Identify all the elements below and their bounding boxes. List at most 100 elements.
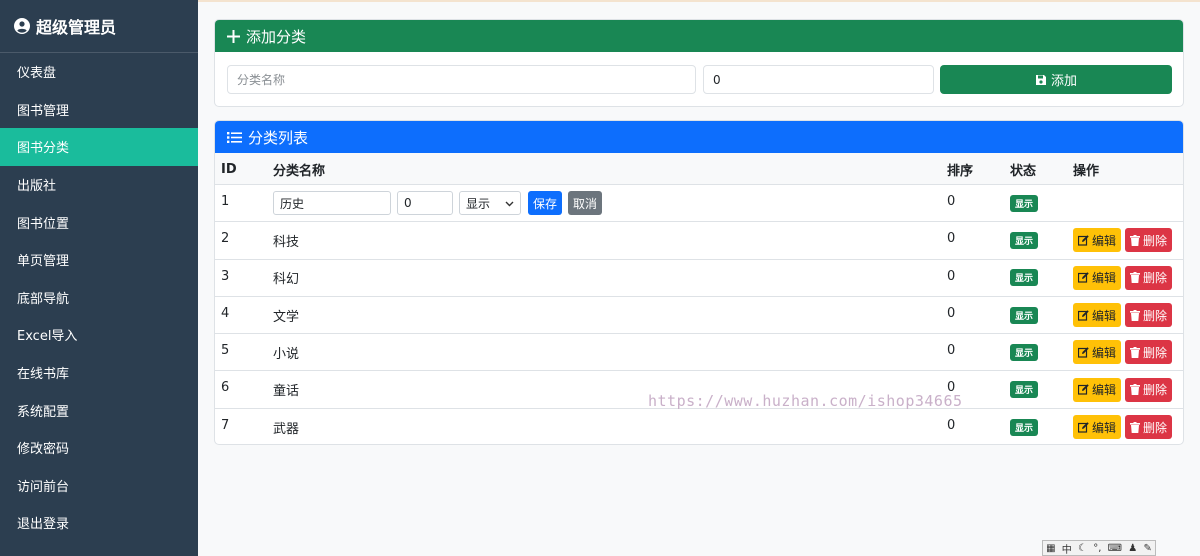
sidebar-item[interactable]: 图书位置: [0, 203, 198, 241]
table-row: 4 文学 0 显示 编辑 删除: [215, 297, 1183, 335]
sidebar-item[interactable]: 在线书库: [0, 354, 198, 392]
row-sort: 0: [947, 343, 956, 359]
status-badge: 显示: [1010, 343, 1039, 361]
row-id: 4: [221, 305, 230, 321]
delete-button[interactable]: 删除: [1125, 228, 1173, 253]
table-row-editing: 1 显示 保存 取消 0 显示: [215, 185, 1183, 223]
sidebar-item[interactable]: 底部导航: [0, 279, 198, 317]
trash-icon: [1130, 346, 1141, 358]
edit-name-input[interactable]: [273, 191, 391, 216]
edit-button[interactable]: 编辑: [1073, 228, 1122, 253]
edit-label: 编辑: [1092, 271, 1117, 286]
edit-button[interactable]: 编辑: [1073, 415, 1122, 440]
cancel-button[interactable]: 取消: [568, 191, 603, 216]
row-status: 显示: [1010, 409, 1039, 444]
row-name: 科幻: [273, 272, 300, 288]
sidebar-item[interactable]: 图书管理: [0, 91, 198, 129]
sidebar-item[interactable]: 访问前台: [0, 467, 198, 505]
row-sort: 0: [947, 231, 956, 247]
row-sort: 0: [947, 380, 956, 396]
row-id: 5: [221, 343, 230, 359]
wrench-icon: ✎: [1143, 542, 1152, 554]
row-actions: 编辑 删除: [1073, 260, 1173, 296]
edit-button[interactable]: 编辑: [1073, 377, 1122, 402]
sidebar-item[interactable]: Excel导入: [0, 316, 198, 354]
status-badge: 显示: [1010, 306, 1039, 324]
row-status: 显示: [1010, 222, 1039, 258]
col-status: 状态: [1010, 163, 1037, 179]
status-badge: 显示: [1010, 381, 1039, 399]
delete-button[interactable]: 删除: [1125, 415, 1173, 440]
sidebar: 超级管理员 仪表盘 图书管理 图书分类 出版社 图书位置 单页管理 底部导航 Excel导入在…: [0, 0, 198, 556]
user-icon: ♟: [1128, 542, 1138, 554]
category-list-card: 分类列表 ID 分类名称 排序 状态 操作 1 显示: [214, 120, 1184, 445]
sidebar-item[interactable]: 仪表盘: [0, 53, 198, 91]
delete-button[interactable]: 删除: [1125, 265, 1173, 290]
delete-label: 删除: [1143, 271, 1168, 286]
row-sort: 0: [947, 194, 956, 209]
edit-label: 编辑: [1092, 233, 1117, 248]
edit-button[interactable]: 编辑: [1073, 265, 1122, 290]
sidebar-item[interactable]: 单页管理: [0, 241, 198, 279]
sidebar-item[interactable]: 退出登录: [0, 504, 198, 542]
main-content: 添加分类 添加 分类列表 ID 分类名称 排序 状态 操作: [198, 0, 1200, 556]
row-name: 文学: [273, 309, 300, 325]
table-row: 2 科技 0 显示 编辑 删除: [215, 222, 1183, 260]
delete-label: 删除: [1143, 383, 1168, 398]
sidebar-item[interactable]: 系统配置: [0, 391, 198, 429]
sidebar-item[interactable]: 出版社: [0, 166, 198, 204]
row-status: 显示: [1010, 297, 1039, 333]
keyboard-icon: ⌨: [1107, 542, 1123, 554]
add-category-title: 添加分类: [246, 27, 307, 46]
edit-sort-input[interactable]: [397, 191, 453, 216]
save-button[interactable]: 保存: [528, 191, 563, 216]
row-name: 武器: [273, 421, 300, 437]
trash-icon: [1130, 421, 1141, 433]
delete-button[interactable]: 删除: [1125, 303, 1173, 328]
status-select[interactable]: 显示: [459, 191, 521, 216]
delete-button[interactable]: 删除: [1125, 377, 1173, 402]
status-badge: 显示: [1010, 231, 1039, 249]
table-row: 6 童话 0 显示 编辑 删除: [215, 371, 1183, 409]
ime-lang: 中: [1061, 544, 1072, 556]
save-icon: [1035, 74, 1047, 86]
row-actions: 编辑 删除: [1073, 222, 1173, 258]
category-name-input[interactable]: [227, 65, 696, 94]
add-category-card: 添加分类 添加: [214, 19, 1184, 107]
category-list-header: 分类列表: [215, 121, 1183, 153]
row-status: 显示: [1010, 260, 1039, 296]
delete-button[interactable]: 删除: [1125, 340, 1173, 365]
table-row: 7 武器 0 显示 编辑 删除: [215, 409, 1183, 444]
status-badge: 显示: [1010, 269, 1039, 287]
chevron-down-icon: [505, 196, 514, 210]
edit-button[interactable]: 编辑: [1073, 303, 1122, 328]
inline-edit-form: 显示 保存 取消: [273, 185, 603, 221]
moon-icon: ☾: [1078, 542, 1087, 554]
punct-icon: °,: [1093, 542, 1102, 554]
plus-icon: [227, 29, 240, 43]
row-id: 1: [221, 194, 230, 209]
col-sort: 排序: [947, 163, 974, 179]
category-list-title: 分类列表: [248, 128, 309, 147]
row-name: 科技: [273, 234, 300, 250]
table-row: 5 小说 0 显示 编辑 删除: [215, 334, 1183, 372]
status-badge: 显示: [1010, 418, 1039, 436]
edit-button[interactable]: 编辑: [1073, 340, 1122, 365]
sidebar-item[interactable]: 图书分类: [0, 128, 198, 166]
ime-toolbar[interactable]: ▦ 中 ☾ °, ⌨ ♟ ✎: [1042, 540, 1156, 556]
edit-icon: [1078, 235, 1089, 246]
col-ops: 操作: [1073, 163, 1100, 179]
list-icon: [227, 131, 242, 144]
sidebar-item[interactable]: 修改密码: [0, 429, 198, 467]
col-id: ID: [221, 161, 237, 177]
edit-icon: [1078, 384, 1089, 395]
add-button[interactable]: 添加: [940, 65, 1172, 94]
delete-label: 删除: [1143, 233, 1168, 248]
sort-input[interactable]: [703, 65, 934, 94]
trash-icon: [1130, 234, 1141, 246]
row-status: 显示: [1010, 185, 1039, 221]
trash-icon: [1130, 272, 1141, 284]
row-actions: 编辑 删除: [1073, 297, 1173, 333]
edit-icon: [1078, 422, 1089, 433]
table-row: 3 科幻 0 显示 编辑 删除: [215, 260, 1183, 297]
